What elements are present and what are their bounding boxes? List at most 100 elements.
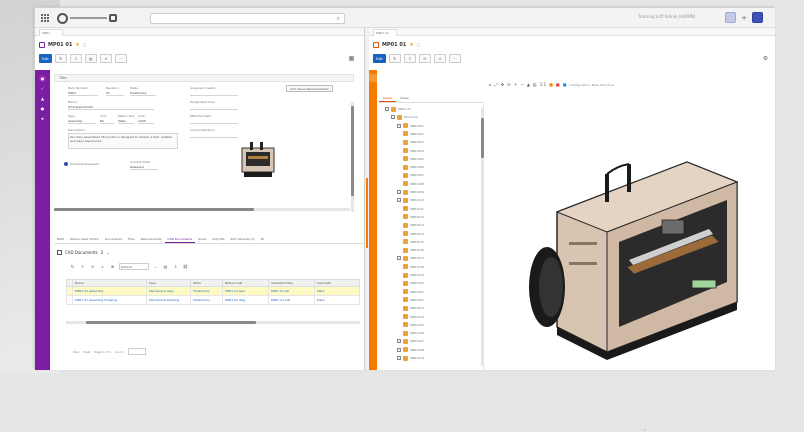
form-scrollbar[interactable]	[351, 102, 354, 212]
tree-node[interactable]: MP01012	[403, 214, 424, 220]
tree-node[interactable]: MP01019	[403, 272, 424, 278]
view-select[interactable]: Default	[119, 263, 149, 270]
splitter-handle[interactable]	[366, 178, 368, 248]
fit-icon[interactable]: ⤢	[495, 82, 498, 87]
tree-node[interactable]: − MP01009	[397, 189, 424, 195]
field-value[interactable]: Prototype Printer	[68, 105, 154, 110]
table-cell[interactable]: Preliminary	[190, 295, 223, 305]
table-cell[interactable]: Preliminary	[190, 286, 223, 296]
table-cell[interactable]: Mark	[314, 295, 360, 305]
tab-requirements[interactable]: Requirements	[138, 235, 165, 243]
form-horizontal-scrollbar[interactable]	[54, 208, 350, 211]
right-tab[interactable]: MP01 01	[373, 29, 397, 36]
zoom-out-icon[interactable]: −	[520, 82, 523, 87]
tree-node[interactable]: MP01013	[403, 222, 424, 228]
section-icon[interactable]: ▥	[533, 82, 537, 87]
tree-node[interactable]: MP01018	[403, 264, 424, 270]
layout-toggle-button[interactable]	[725, 12, 736, 23]
column-header[interactable]: Generate	[314, 279, 360, 287]
app-logo[interactable]	[57, 12, 117, 24]
table-cell[interactable]: MP01 01.dwg	[222, 295, 269, 305]
unit-field[interactable]: Unit EA	[100, 114, 114, 124]
tree-node[interactable]: MP01008	[403, 181, 424, 187]
add-icon[interactable]: +	[739, 12, 749, 23]
edit-button[interactable]: Edit	[373, 54, 386, 63]
favorite-star-icon[interactable]: ★	[409, 42, 413, 48]
rail-info-icon[interactable]: ●	[39, 105, 46, 112]
tree-node[interactable]: MP01022	[403, 297, 424, 303]
tab-where-used[interactable]: Where Used (Parts)	[67, 235, 102, 243]
field-value[interactable]: Preliminary	[130, 91, 156, 96]
tree-node[interactable]: MP01004	[403, 148, 424, 154]
prototype-checkbox[interactable]: Prototype Released	[64, 162, 114, 166]
assigned-creator-field[interactable]: Assigned Creator	[190, 86, 238, 96]
tree-node[interactable]: MP01005	[403, 156, 424, 162]
tree-node[interactable]: MP01006	[403, 164, 424, 170]
column-header[interactable]: State	[190, 279, 223, 287]
column-header[interactable]: Native CAD	[222, 279, 269, 287]
expand-toggle-icon[interactable]: −	[397, 356, 401, 360]
table-cell[interactable]: MP01 01.pdf	[268, 295, 315, 305]
field-value[interactable]: Our fully assembled 3D printer is design…	[68, 133, 178, 149]
zoom-level[interactable]: 1:1	[540, 82, 546, 87]
tab-part-variants[interactable]: Part Variants (X)	[227, 235, 257, 243]
search-input[interactable]: ⌕	[150, 13, 345, 24]
refresh-icon[interactable]: ↻	[69, 263, 76, 270]
add-row-icon[interactable]: ＋	[79, 263, 86, 270]
print-icon[interactable]: ▤	[84, 54, 97, 63]
expand-toggle-icon[interactable]: −	[397, 256, 401, 261]
promote-icon[interactable]: ⇧	[403, 54, 416, 63]
link-icon[interactable]: ⛓	[182, 263, 189, 270]
rail-star-icon[interactable]: ★	[39, 115, 46, 122]
tab-overflow[interactable]: Bl	[258, 235, 267, 243]
grid-menu-icon[interactable]	[40, 13, 50, 23]
field-value[interactable]: EA	[100, 119, 114, 124]
prev-page-link[interactable]: Prev	[73, 350, 80, 354]
effective-date-field[interactable]: Effective Date	[190, 114, 238, 124]
name-field[interactable]: Name Prototype Printer	[68, 100, 154, 110]
tree-node[interactable]: MP01016	[403, 247, 424, 253]
pan-icon[interactable]: ✥	[501, 82, 504, 87]
field-value[interactable]	[190, 91, 238, 96]
column-header[interactable]: Name	[72, 279, 147, 287]
grid-horizontal-scrollbar[interactable]	[66, 321, 360, 324]
current-state-field[interactable]: Current State Released	[130, 160, 158, 170]
tree-node[interactable]: − MP01010	[397, 197, 424, 203]
tree-node[interactable]: MP01014	[403, 231, 424, 237]
description-field[interactable]: Description Our fully assembled 3D print…	[68, 128, 178, 149]
tree-node[interactable]: MP01015	[403, 239, 424, 245]
rail-check-icon[interactable]: ✓	[39, 85, 46, 92]
field-value[interactable]	[190, 105, 238, 110]
table-cell[interactable]: MP01 01.ipt	[268, 286, 315, 296]
expand-toggle-icon[interactable]: −	[391, 115, 395, 120]
table-cell[interactable]: MP01 01 Assembly	[72, 286, 147, 296]
next-page-link[interactable]: Next	[84, 350, 91, 354]
tree-node[interactable]: − MP01 01	[385, 106, 411, 112]
promote-icon[interactable]: ⇧	[69, 54, 82, 63]
designated-user-field[interactable]: Designated User	[190, 100, 238, 110]
scrollbar-thumb[interactable]	[54, 208, 254, 211]
current-revision-field[interactable]: Current Revision	[190, 128, 238, 138]
filter-icon[interactable]: ⊞	[109, 263, 116, 270]
user-label[interactable]: Tracking Left Admin (ADMIN)	[638, 14, 723, 19]
expand-toggle-icon[interactable]: −	[397, 339, 401, 344]
tree-node[interactable]: MP01020	[403, 280, 424, 286]
rail-form-icon[interactable]: ●	[39, 75, 46, 82]
tree-node[interactable]: − MP01017	[397, 255, 424, 261]
3d-viewer[interactable]: ⊥	[487, 102, 775, 432]
goto-page-input[interactable]	[127, 348, 146, 355]
search-icon[interactable]: ⌕	[99, 263, 106, 270]
left-tab[interactable]: MP01	[39, 29, 63, 36]
table-cell[interactable]: Mechanical Drawing	[146, 295, 191, 305]
checkbox-icon[interactable]	[64, 162, 68, 166]
scrollbar-thumb[interactable]	[351, 106, 354, 196]
tab-signoffs[interactable]: Signoffs	[209, 235, 227, 243]
add-visual-representation-button[interactable]: Add Visual Representation	[286, 85, 334, 92]
tab-documents[interactable]: Documents	[102, 235, 125, 243]
lock-icon[interactable]: ◻	[83, 42, 86, 47]
tab-cad-documents[interactable]: CAD Documents	[164, 235, 196, 243]
printer-thumbnail[interactable]	[234, 136, 282, 182]
tree-node[interactable]: MP01026	[403, 330, 424, 336]
state-field[interactable]: State Preliminary	[130, 86, 156, 96]
tree-node[interactable]: − MP01029	[397, 355, 424, 361]
